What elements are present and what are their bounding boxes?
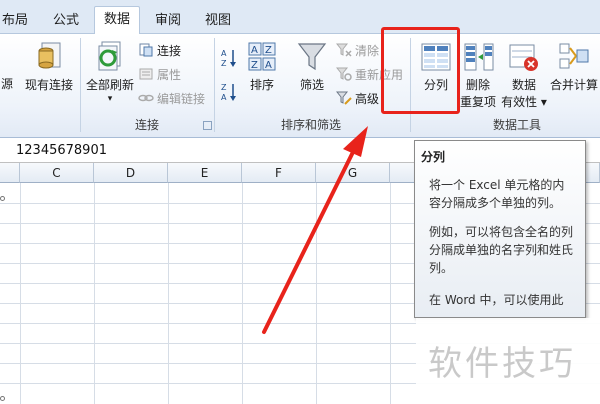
grid-line bbox=[316, 183, 317, 404]
svg-text:Z: Z bbox=[221, 59, 227, 68]
data-validation-label-2: 有效性 ▾ bbox=[501, 95, 547, 109]
column-header[interactable]: C bbox=[20, 163, 94, 183]
tooltip-line: 列。 bbox=[429, 261, 454, 275]
properties-button[interactable]: 属性 bbox=[138, 64, 181, 84]
data-validation-icon bbox=[509, 44, 538, 71]
svg-text:A: A bbox=[221, 49, 227, 58]
grid-line bbox=[390, 183, 391, 404]
svg-text:A: A bbox=[251, 45, 258, 56]
clear-button[interactable]: 清除 bbox=[336, 40, 379, 60]
reapply-filter-icon bbox=[336, 67, 352, 81]
svg-text:A: A bbox=[265, 60, 272, 71]
selection-handle[interactable] bbox=[0, 396, 5, 401]
group-separator bbox=[80, 38, 81, 132]
edit-links-icon bbox=[138, 94, 154, 102]
tooltip-title: 分列 bbox=[421, 150, 446, 164]
grid-line bbox=[242, 183, 243, 404]
tab-data[interactable]: 数据 bbox=[94, 6, 140, 35]
dropdown-arrow-icon: ▾ bbox=[107, 94, 113, 104]
svg-text:A: A bbox=[221, 93, 227, 102]
connections-button[interactable]: 连接 bbox=[138, 40, 181, 60]
ribbon: 源 现有连接 全部刷新 ▾ 连接 属性 编辑链接 连接 A Z Z A A Z … bbox=[0, 34, 600, 138]
filter-button[interactable]: 筛选 bbox=[292, 40, 332, 94]
tooltip-text-to-columns: 分列 将一个 Excel 单元格的内 容分隔成多个单独的列。 例如，可以将包含全… bbox=[414, 140, 586, 318]
tab-review[interactable]: 审阅 bbox=[148, 8, 188, 34]
tab-layout[interactable]: 布局 bbox=[0, 8, 30, 34]
clear-filter-icon bbox=[336, 43, 352, 57]
svg-text:Z: Z bbox=[265, 45, 272, 56]
data-validation-button[interactable]: 数据 有效性 ▾ bbox=[500, 40, 548, 111]
filter-icon bbox=[297, 43, 327, 71]
column-header[interactable]: E bbox=[168, 163, 242, 183]
ribbon-tab-bar: 布局 公式 数据 审阅 视图 bbox=[0, 0, 600, 35]
tooltip-line: 将一个 Excel 单元格的内 bbox=[429, 178, 565, 192]
tooltip-line: 在 Word 中，可以使用此 bbox=[429, 293, 564, 307]
connections-icon bbox=[139, 43, 153, 57]
sort-icon: A Z Z A bbox=[248, 42, 276, 71]
dialog-launcher-icon[interactable] bbox=[203, 121, 212, 130]
advanced-filter-button[interactable]: 高级 bbox=[336, 88, 379, 108]
existing-connections-label: 现有连接 bbox=[24, 78, 73, 92]
grid-line bbox=[20, 183, 21, 404]
remove-duplicates-icon bbox=[464, 43, 494, 71]
column-header[interactable]: F bbox=[242, 163, 316, 183]
remove-duplicates-label-1: 删除 bbox=[465, 78, 490, 92]
grid-line bbox=[168, 183, 169, 404]
sort-descending-icon: Z A bbox=[221, 83, 236, 102]
advanced-label: 高级 bbox=[355, 91, 380, 106]
watermark-text: 软件技巧 bbox=[428, 344, 576, 384]
refresh-all-button[interactable]: 全部刷新 ▾ bbox=[84, 40, 136, 104]
highlight-box bbox=[381, 27, 460, 114]
partial-button-label: 源 bbox=[0, 77, 13, 91]
column-header[interactable]: G bbox=[316, 163, 390, 183]
tooltip-line: 分隔成单独的名字列和姓氏 bbox=[429, 243, 574, 257]
tab-formulas[interactable]: 公式 bbox=[46, 8, 86, 34]
remove-duplicates-label-2: 重复项 bbox=[459, 95, 496, 109]
edit-links-label: 编辑链接 bbox=[157, 91, 206, 106]
existing-connections-button[interactable]: 现有连接 bbox=[20, 40, 78, 94]
group-separator bbox=[214, 38, 215, 132]
tooltip-line: 例如，可以将包含全名的列 bbox=[429, 225, 574, 239]
sort-ascending-icon: A Z bbox=[221, 49, 236, 68]
connections-label: 连接 bbox=[157, 43, 182, 58]
grid-line bbox=[94, 183, 95, 404]
partial-from-other-sources-button[interactable]: 源 bbox=[0, 76, 14, 93]
group-label-sort-filter: 排序和筛选 bbox=[280, 118, 341, 132]
sort-ascending-button[interactable]: A Z bbox=[220, 48, 241, 68]
remove-duplicates-button[interactable]: 删除 重复项 bbox=[456, 40, 500, 111]
consolidate-icon bbox=[559, 43, 589, 69]
group-label-connections: 连接 bbox=[134, 118, 159, 132]
group-label-data-tools: 数据工具 bbox=[492, 118, 541, 132]
refresh-all-label: 全部刷新 bbox=[85, 78, 134, 92]
existing-connections-icon bbox=[38, 42, 61, 69]
sort-descending-button[interactable]: Z A bbox=[220, 82, 241, 102]
sort-button[interactable]: A Z Z A 排序 bbox=[242, 40, 282, 94]
properties-label: 属性 bbox=[157, 67, 182, 82]
selection-handle[interactable] bbox=[0, 196, 5, 201]
sort-label: 排序 bbox=[249, 78, 274, 92]
tooltip-line: 容分隔成多个单独的列。 bbox=[429, 196, 562, 210]
filter-label: 筛选 bbox=[299, 78, 324, 92]
refresh-all-icon bbox=[98, 41, 121, 71]
consolidate-label: 合并计算 bbox=[549, 78, 598, 92]
data-validation-label-1: 数据 bbox=[511, 78, 536, 92]
column-header[interactable]: D bbox=[94, 163, 168, 183]
tab-view[interactable]: 视图 bbox=[198, 8, 238, 34]
advanced-filter-icon bbox=[336, 91, 352, 105]
edit-links-button[interactable]: 编辑链接 bbox=[138, 88, 205, 108]
consolidate-button[interactable]: 合并计算 bbox=[548, 40, 600, 94]
column-header-partial[interactable] bbox=[0, 163, 20, 183]
clear-label: 清除 bbox=[355, 43, 380, 58]
properties-icon bbox=[139, 68, 153, 80]
svg-text:Z: Z bbox=[221, 83, 227, 92]
formula-bar-value: 12345678901 bbox=[16, 143, 107, 158]
svg-text:Z: Z bbox=[251, 60, 258, 71]
